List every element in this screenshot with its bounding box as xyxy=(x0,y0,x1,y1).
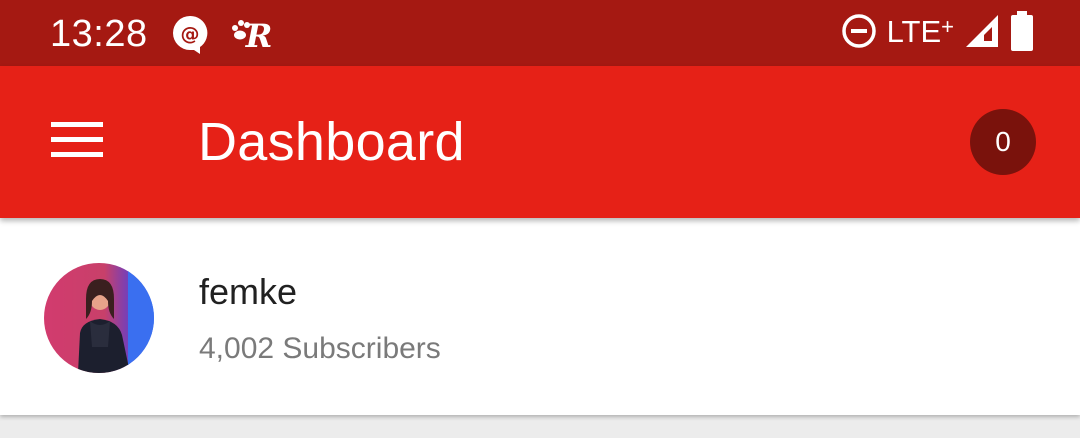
channel-name: femke xyxy=(199,271,298,312)
status-bar: 13:28 @ R LTE+ xyxy=(0,0,1080,66)
svg-text:R: R xyxy=(245,17,272,54)
cell-signal-icon xyxy=(964,13,1000,54)
network-label: LTE xyxy=(886,13,942,49)
paw-r-app-icon: R xyxy=(230,14,272,55)
channel-avatar[interactable] xyxy=(44,263,154,373)
notification-count-badge[interactable]: 0 xyxy=(970,109,1036,175)
status-time: 13:28 xyxy=(50,13,148,55)
status-indicators: LTE+ xyxy=(841,10,1034,56)
network-plus: + xyxy=(941,13,954,39)
battery-icon xyxy=(1010,10,1034,56)
menu-button[interactable] xyxy=(40,112,114,172)
do-not-disturb-icon xyxy=(841,13,877,54)
app-bar: Dashboard 0 xyxy=(0,66,1080,218)
network-type: LTE+ xyxy=(887,12,954,55)
hamburger-menu-icon xyxy=(50,120,104,165)
at-sign-chat-icon: @ xyxy=(170,14,210,54)
svg-text:@: @ xyxy=(181,23,200,45)
subscriber-count: 4,002 Subscribers xyxy=(199,332,441,365)
page-title: Dashboard xyxy=(198,112,465,172)
channel-card[interactable]: femke 4,002 Subscribers xyxy=(0,218,1080,415)
